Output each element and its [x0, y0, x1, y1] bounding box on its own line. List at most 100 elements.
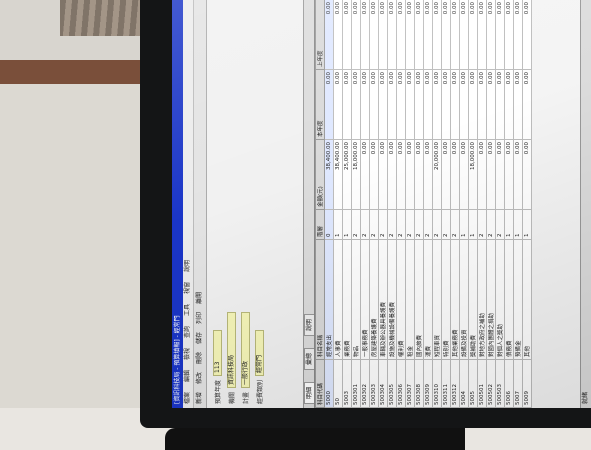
menu-item[interactable]: 工具 [183, 304, 193, 316]
table-cell: 0.00 [378, 139, 388, 210]
table-cell: 0.00 [405, 0, 415, 70]
column-header[interactable]: 上年度 [315, 0, 325, 70]
table-cell: 0.00 [513, 69, 523, 140]
agency-field[interactable]: 資訊科技局 [227, 311, 236, 388]
tab[interactable]: 說明 [304, 313, 314, 336]
tab[interactable]: 明細 [304, 381, 314, 404]
table-cell: 5005 [468, 359, 478, 408]
menu-item[interactable]: 檔案 [183, 392, 193, 404]
column-header[interactable]: 階層 [315, 209, 325, 240]
toolbar-button[interactable]: 新增 [194, 392, 206, 404]
table-row[interactable]: 500301 物品 2 18,000.00 0.00 0.00 [351, 0, 361, 408]
table-cell: 其他 [522, 239, 532, 360]
table-row[interactable]: 500307 租金 2 0.00 0.00 0.00 [405, 0, 415, 408]
table-cell: 對地方政府之補助 [477, 239, 487, 360]
toolbar-button[interactable]: 儲存 [194, 332, 206, 344]
table-cell: 0.00 [468, 69, 478, 140]
table-row[interactable]: 500503 對個人之獎助 2 0.00 0.00 0.00 [495, 0, 505, 408]
table-cell: 0.00 [351, 0, 361, 70]
table-cell: 0.00 [423, 69, 433, 140]
table-row[interactable]: 500303 房屋建築養護費 2 0.00 0.00 0.00 [369, 0, 379, 408]
monitor-screen: [資訊科技局 - 預算填報] - 經常門 檔案 編輯 檢視 查詢 工具 視窗 說明 新增 修改… [172, 0, 591, 408]
table-cell: 500301 [351, 359, 361, 408]
table-cell: 獎補助費 [468, 239, 478, 360]
table-cell: 0.00 [387, 139, 397, 210]
menu-item[interactable]: 視窗 [183, 282, 193, 294]
table-cell: 0.00 [369, 139, 379, 210]
year-field[interactable]: 113 [213, 329, 222, 376]
table-cell: 2 [486, 209, 496, 240]
table-cell: 設施及機械設備養護費 [387, 239, 397, 360]
table-cell: 經常支出 [324, 239, 334, 360]
table-cell: 0.00 [423, 0, 433, 70]
table-cell: 0.00 [450, 0, 460, 70]
table-cell: 0.00 [486, 0, 496, 70]
column-header[interactable]: 科目名稱 [315, 239, 325, 360]
table-cell: 0.00 [522, 139, 532, 210]
table-cell: 38,400.00 [333, 139, 343, 210]
column-header[interactable]: 本年度 [315, 69, 325, 140]
table-row[interactable]: 50 人事費 1 38,400.00 0.00 0.00 [333, 0, 343, 408]
table-cell: 500309 [423, 359, 433, 408]
table-cell: 2 [450, 209, 460, 240]
table-cell: 0.00 [387, 0, 397, 70]
table-cell: 2 [495, 209, 505, 240]
table-cell: 2 [351, 209, 361, 240]
toolbar-button[interactable]: 列印 [194, 312, 206, 324]
table-row[interactable]: 5003 業務費 1 25,000.00 0.00 0.00 [342, 0, 352, 408]
table-row[interactable]: 5007 預備金 1 0.00 0.00 0.00 [513, 0, 523, 408]
table-cell: 業務費 [342, 239, 352, 360]
menu-item[interactable]: 檢視 [183, 348, 193, 360]
table-cell: 1 [468, 209, 478, 240]
column-header[interactable]: 科目代碼 [315, 359, 325, 408]
toolbar-button[interactable]: 修改 [194, 372, 206, 384]
table-cell: 0.00 [477, 139, 487, 210]
table-cell: 5004 [459, 359, 469, 408]
table-row[interactable]: 5006 債務費 1 0.00 0.00 0.00 [504, 0, 514, 408]
table-cell: 設備及投資 [459, 239, 469, 360]
table-cell: 0.00 [369, 0, 379, 70]
table-row[interactable]: 500304 車輛及辦公器具養護費 2 0.00 0.00 0.00 [378, 0, 388, 408]
table-cell: 0.00 [405, 69, 415, 140]
table-row[interactable]: 500309 運費 2 0.00 0.00 0.00 [423, 0, 433, 408]
table-cell: 0.00 [396, 0, 406, 70]
table-row[interactable]: 500311 特別費 2 0.00 0.00 0.00 [441, 0, 451, 408]
table-cell: 2 [378, 209, 388, 240]
table-row[interactable]: 500310 短程車資 2 20,000.00 0.00 0.00 [432, 0, 442, 408]
table-cell: 500303 [369, 359, 379, 408]
table-row[interactable]: 5009 其他 1 0.00 0.00 0.00 [522, 0, 532, 408]
table-row[interactable]: 500305 設施及機械設備養護費 2 0.00 0.00 0.00 [387, 0, 397, 408]
column-header[interactable]: 金額(元) [315, 139, 325, 210]
tab[interactable]: 彙總 [304, 347, 314, 370]
table-row[interactable]: 500302 一般事務費 2 0.00 0.00 0.00 [360, 0, 370, 408]
table-row[interactable]: 500312 其他業務費 2 0.00 0.00 0.00 [450, 0, 460, 408]
toolbar-button[interactable]: 離開 [194, 292, 206, 304]
menu-item[interactable]: 說明 [183, 260, 193, 272]
toolbar-button[interactable]: 刪除 [194, 352, 206, 364]
table-row[interactable]: 500502 對國內團體之捐助 2 0.00 0.00 0.00 [486, 0, 496, 408]
table-cell: 500305 [387, 359, 397, 408]
menu-item[interactable]: 查詢 [183, 326, 193, 338]
table-cell: 物品 [351, 239, 361, 360]
table-cell: 0.00 [513, 139, 523, 210]
table-row[interactable]: 500306 權利費 2 0.00 0.00 0.00 [396, 0, 406, 408]
table-row[interactable]: 500501 對地方政府之補助 2 0.00 0.00 0.00 [477, 0, 487, 408]
menu-item[interactable]: 編輯 [183, 370, 193, 382]
table-cell: 500502 [486, 359, 496, 408]
table-cell: 0.00 [360, 0, 370, 70]
table-row[interactable]: 5000 經常支出 0 38,400.00 0.00 0.00 [324, 0, 334, 408]
table-cell: 0.00 [360, 139, 370, 210]
table-cell: 0.00 [477, 69, 487, 140]
table-row[interactable]: 5004 設備及投資 1 0.00 0.00 0.00 [459, 0, 469, 408]
table-cell: 2 [423, 209, 433, 240]
ceiling-vent [60, 0, 150, 36]
table-cell: 500306 [396, 359, 406, 408]
table-row[interactable]: 5005 獎補助費 1 18,000.00 0.00 0.00 [468, 0, 478, 408]
table-cell: 0.00 [522, 0, 532, 70]
table-cell: 0.00 [351, 69, 361, 140]
table-cell: 2 [369, 209, 379, 240]
plan-field[interactable]: 一般行政 [241, 311, 250, 388]
table-row[interactable]: 500308 國內旅費 2 0.00 0.00 0.00 [414, 0, 424, 408]
category-field[interactable]: 經常門 [255, 329, 264, 376]
form-row-year: 預算年度 113 [213, 329, 222, 404]
